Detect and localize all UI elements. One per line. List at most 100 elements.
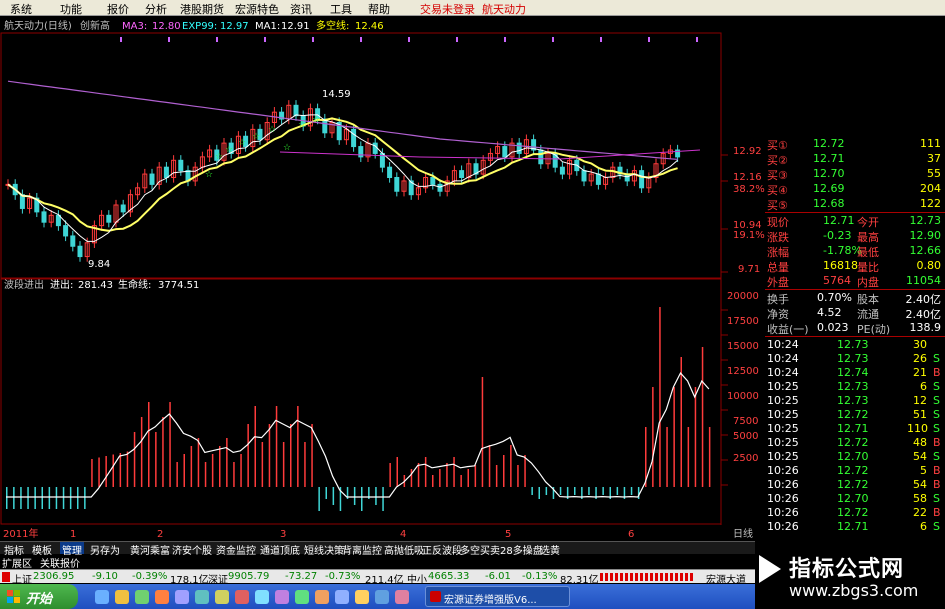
quicklaunch-app-icon[interactable]: [215, 590, 229, 604]
volume-bar: [666, 427, 668, 487]
volume-bar: [304, 442, 306, 487]
tab-extension-area[interactable]: 扩展区: [2, 555, 32, 570]
tab-3[interactable]: 另存为: [88, 542, 122, 557]
start-button[interactable]: 开始: [0, 584, 78, 609]
menu-system[interactable]: 系统: [10, 1, 32, 17]
tab-related-quote[interactable]: 关联报价: [40, 555, 80, 570]
bid-label: 买③: [767, 169, 788, 182]
volume-bar: [630, 487, 633, 495]
tick-time: 10:24: [767, 352, 799, 365]
menu-help[interactable]: 帮助: [368, 1, 390, 17]
menu-hongyuan[interactable]: 宏源特色: [235, 1, 279, 17]
star-marker: ☆: [238, 138, 246, 148]
arrow-icon: [759, 555, 781, 583]
tick-price: 12.72: [837, 436, 869, 449]
quicklaunch-app-icon[interactable]: [335, 590, 349, 604]
tick-row: 10:25 12.72 48 B: [765, 436, 945, 450]
quicklaunch-app-icon[interactable]: [175, 590, 189, 604]
tab-7[interactable]: 通道顶底: [258, 542, 302, 557]
taskbar-app-item[interactable]: 宏源证券增强版V6...: [425, 586, 570, 607]
stat-label: 最高: [857, 231, 879, 244]
candle-body: [41, 211, 47, 223]
tick-price: 12.71: [837, 422, 869, 435]
volume-axis-label: 5000: [733, 431, 758, 442]
volume-bar: [91, 459, 93, 487]
candle-body: [149, 173, 155, 185]
signal-marker: [552, 37, 554, 42]
x-axis-month: 2: [157, 529, 163, 540]
bid-price: 12.70: [813, 167, 845, 180]
volume-bar: [77, 487, 79, 509]
tick-row: 10:25 12.70 54 S: [765, 450, 945, 464]
quicklaunch-app-icon[interactable]: [275, 590, 289, 604]
tab-0[interactable]: 指标: [2, 542, 26, 557]
volume-bar: [119, 453, 122, 487]
indicator-life-label: 生命线:: [118, 278, 151, 291]
period-label[interactable]: 日线: [733, 527, 753, 540]
price-axis-label: 12.16: [733, 172, 762, 183]
quicklaunch-ie-icon[interactable]: [95, 590, 109, 604]
quicklaunch-app-icon[interactable]: [375, 590, 389, 604]
stat-value: 16818: [823, 259, 858, 272]
tab-2[interactable]: 管理: [60, 542, 84, 557]
volume-bar: [62, 487, 65, 509]
volume-bar: [488, 445, 491, 487]
volume-bar: [247, 424, 249, 487]
tick-row: 10:26 12.72 5 B: [765, 464, 945, 478]
quicklaunch-app-icon[interactable]: [235, 590, 249, 604]
signal-marker: [264, 37, 266, 42]
tab-14[interactable]: 选黄: [538, 542, 562, 557]
quicklaunch-app-icon[interactable]: [395, 590, 409, 604]
quicklaunch-folder-icon[interactable]: [115, 590, 129, 604]
tab-5[interactable]: 济安个股: [170, 542, 214, 557]
tick-time: 10:25: [767, 436, 799, 449]
menu-tools[interactable]: 工具: [330, 1, 352, 17]
volume-bar: [34, 487, 36, 509]
star-marker: ☆: [215, 152, 223, 162]
tick-time: 10:25: [767, 422, 799, 435]
volume-axis-label: 20000: [727, 291, 759, 302]
app-icon: [430, 591, 441, 602]
volume-bar: [708, 427, 711, 487]
quicklaunch-app-icon[interactable]: [155, 590, 169, 604]
volume-bar: [155, 432, 157, 487]
quicklaunch-app-icon[interactable]: [315, 590, 329, 604]
quote-stat-row: 净资 4.52 流通 2.40亿: [765, 306, 945, 321]
stat-label: 外盘: [767, 276, 789, 289]
quicklaunch-app-icon[interactable]: [355, 590, 369, 604]
tick-row: 10:24 12.73 26 S: [765, 352, 945, 366]
stock-title: 航天动力(日线): [4, 19, 72, 32]
tick-volume: 22: [913, 506, 927, 519]
tab-12[interactable]: 多空买卖: [458, 542, 502, 557]
bid-price: 12.72: [813, 137, 845, 150]
bid-volume: 122: [920, 197, 941, 210]
quicklaunch-app-icon[interactable]: [295, 590, 309, 604]
tab-9[interactable]: 背离监控: [340, 542, 384, 557]
menu-analysis[interactable]: 分析: [145, 1, 167, 17]
tick-time: 10:25: [767, 408, 799, 421]
menu-quote[interactable]: 报价: [107, 1, 129, 17]
quote-stat-row: 现价 12.71 今开 12.73: [765, 214, 945, 229]
tab-4[interactable]: 黄河乘富: [128, 542, 172, 557]
quicklaunch-app-icon[interactable]: [195, 590, 209, 604]
volume-bar: [211, 454, 214, 487]
stat-value: 2.40亿: [905, 293, 942, 306]
volume-bar: [453, 457, 455, 487]
volume-bar: [6, 487, 8, 509]
volume-bar: [361, 487, 363, 511]
menu-function[interactable]: 功能: [60, 1, 82, 17]
tick-direction: B: [933, 436, 941, 449]
tab-1[interactable]: 模板: [30, 542, 54, 557]
quicklaunch-app-icon[interactable]: [135, 590, 149, 604]
tick-volume: 6: [920, 380, 927, 393]
quicklaunch-app-icon[interactable]: [255, 590, 269, 604]
volume-bar: [268, 424, 271, 487]
tab-6[interactable]: 资金监控: [214, 542, 258, 557]
menu-news[interactable]: 资讯: [290, 1, 312, 17]
candle-body: [106, 214, 112, 223]
menu-hk-futures[interactable]: 港股期货: [180, 1, 224, 17]
trade-login-status[interactable]: 交易未登录: [420, 1, 475, 17]
bid-label: 买②: [767, 154, 788, 167]
star-marker: ☆: [252, 132, 260, 142]
kline-chart[interactable]: 航天动力(日线) 创新高 MA3: 12.80 EXP99: 12.97 MA1…: [0, 17, 765, 541]
